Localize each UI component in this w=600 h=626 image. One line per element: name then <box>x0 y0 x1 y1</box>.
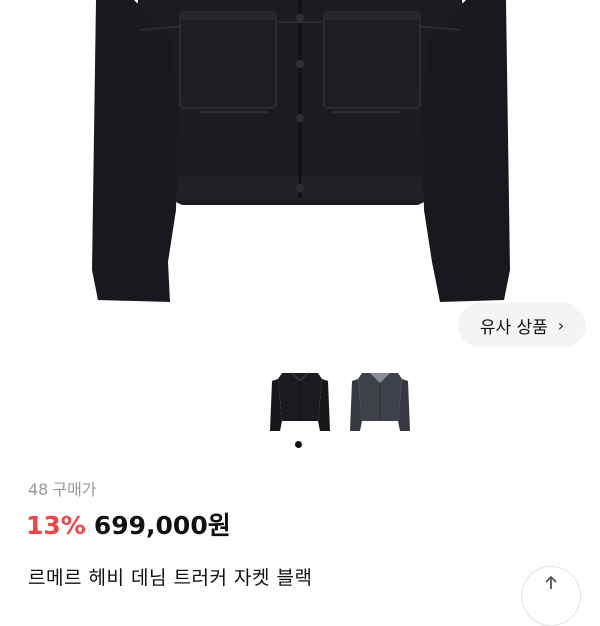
jacket-thumb-icon <box>350 373 410 431</box>
jacket-thumb-icon <box>270 372 330 431</box>
purchase-count-value: 48 <box>28 480 49 499</box>
product-price: 699,000원 <box>93 511 231 540</box>
share-icon <box>545 575 557 589</box>
similar-products-button[interactable]: 유사 상품 › <box>458 303 586 347</box>
purchase-count-label: 구매가 <box>52 480 97 499</box>
carousel-active-dot <box>295 441 302 448</box>
product-title: 르메르 헤비 데님 트러커 자켓 블랙 <box>28 567 313 589</box>
thumbnail-strip <box>0 365 600 465</box>
chevron-right-icon: › <box>557 315 565 335</box>
purchase-count: 48 구매가 <box>28 476 97 500</box>
price-row: 13% 699,000원 <box>26 506 231 542</box>
similar-products-label: 유사 상품 <box>479 317 548 338</box>
share-button[interactable] <box>521 566 581 626</box>
discount-rate: 13% <box>26 511 86 540</box>
thumbnail-gray-denim-jacket[interactable] <box>340 369 420 439</box>
thumbnail-black-jacket[interactable] <box>260 369 340 439</box>
